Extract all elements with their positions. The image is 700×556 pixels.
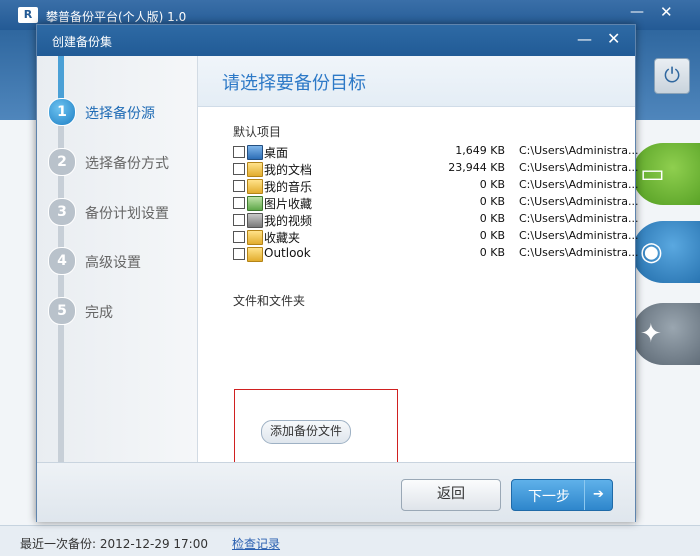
file-row-outlook: Outlook 0 KB C:\Users\Administra... [233, 246, 639, 262]
file-row-desktop: 桌面 1,649 KB C:\Users\Administra... [233, 144, 639, 160]
checkbox[interactable] [233, 231, 245, 243]
database-restore-icon[interactable]: ◉ [632, 221, 700, 283]
dialog-minimize-button[interactable]: — [577, 30, 592, 48]
dialog-title: 创建备份集 [52, 35, 113, 49]
dialog-titlebar: 创建备份集 — ✕ [37, 25, 635, 56]
dialog-footer: 返回 下一步 ➔ [37, 462, 635, 522]
file-size: 0 KB [479, 195, 505, 208]
app-minimize-button[interactable]: — [630, 4, 644, 20]
default-items-label: 默认项目 [233, 125, 282, 139]
checkbox[interactable] [233, 180, 245, 192]
step-label: 选择备份方式 [85, 156, 169, 172]
file-row-videos: 我的视频 0 KB C:\Users\Administra... [233, 212, 639, 228]
checkbox[interactable] [233, 197, 245, 209]
checkbox[interactable] [233, 214, 245, 226]
file-size: 0 KB [479, 246, 505, 259]
create-backup-set-dialog: 创建备份集 — ✕ 1 选择备份源 2 选择备份方式 3 备份计划设置 4 高级… [36, 24, 639, 522]
step-advanced-settings[interactable]: 4 高级设置 [48, 247, 198, 275]
checkbox[interactable] [233, 146, 245, 158]
file-path: C:\Users\Administra... [519, 229, 639, 242]
step-finish[interactable]: 5 完成 [48, 297, 198, 325]
step-label: 高级设置 [85, 255, 141, 271]
file-name: 桌面 [264, 146, 289, 160]
power-icon[interactable]: ⏻ [654, 58, 690, 94]
status-bar: 最近一次备份: 2012-12-29 17:00 检查记录 [0, 525, 700, 556]
wizard-steps: 1 选择备份源 2 选择备份方式 3 备份计划设置 4 高级设置 5 完成 [37, 56, 198, 462]
step-number: 5 [48, 297, 76, 325]
file-size: 0 KB [479, 178, 505, 191]
file-path: C:\Users\Administra... [519, 212, 639, 225]
step-number: 3 [48, 198, 76, 226]
file-row-pictures: 图片收藏 0 KB C:\Users\Administra... [233, 195, 639, 211]
file-path: C:\Users\Administra... [519, 178, 639, 191]
file-name: Outlook [264, 246, 311, 260]
music-folder-icon [247, 179, 263, 194]
app-logo: R [18, 7, 38, 23]
step-label: 完成 [85, 305, 113, 321]
step-number: 1 [48, 98, 76, 126]
app-close-button[interactable]: ✕ [660, 3, 673, 21]
step-label: 选择备份源 [85, 106, 155, 122]
dialog-close-button[interactable]: ✕ [607, 29, 620, 48]
file-name: 我的音乐 [264, 180, 313, 194]
file-row-favorites: 收藏夹 0 KB C:\Users\Administra... [233, 229, 639, 245]
next-button[interactable]: 下一步 ➔ [511, 479, 613, 511]
backup-drive-icon[interactable]: ▭ [632, 143, 700, 205]
file-name: 我的文档 [264, 163, 313, 177]
step-number: 4 [48, 247, 76, 275]
back-button[interactable]: 返回 [401, 479, 501, 511]
checkbox[interactable] [233, 248, 245, 260]
file-path: C:\Users\Administra... [519, 144, 639, 157]
favorites-folder-icon [247, 230, 263, 245]
file-row-documents: 我的文档 23,944 KB C:\Users\Administra... [233, 161, 639, 177]
file-size: 0 KB [479, 229, 505, 242]
file-size: 0 KB [479, 212, 505, 225]
last-backup-text: 最近一次备份: 2012-12-29 17:00 [20, 537, 208, 551]
file-name: 我的视频 [264, 214, 313, 228]
file-path: C:\Users\Administra... [519, 246, 639, 259]
next-button-label: 下一步 [528, 489, 570, 505]
file-row-music: 我的音乐 0 KB C:\Users\Administra... [233, 178, 639, 194]
documents-folder-icon [247, 162, 263, 177]
pictures-folder-icon [247, 196, 263, 211]
file-path: C:\Users\Administra... [519, 195, 639, 208]
outlook-folder-icon [247, 247, 263, 262]
step-schedule-settings[interactable]: 3 备份计划设置 [48, 198, 198, 226]
file-size: 23,944 KB [448, 161, 505, 174]
add-backup-file-button[interactable]: 添加备份文件 [261, 420, 351, 444]
file-path: C:\Users\Administra... [519, 161, 639, 174]
files-folders-label: 文件和文件夹 [233, 294, 306, 308]
app-title: 攀普备份平台(个人版) 1.0 [46, 10, 187, 24]
file-name: 图片收藏 [264, 197, 313, 211]
step-label: 备份计划设置 [85, 206, 169, 222]
checkbox[interactable] [233, 163, 245, 175]
step-select-source[interactable]: 1 选择备份源 [48, 98, 198, 126]
content-header: 请选择要备份目标 [198, 56, 635, 107]
file-size: 1,649 KB [455, 144, 505, 157]
video-folder-icon [247, 213, 263, 228]
tools-wand-icon[interactable]: ✦ [632, 303, 700, 365]
check-log-link[interactable]: 检查记录 [232, 535, 280, 552]
content-title: 请选择要备份目标 [222, 73, 366, 94]
step-number: 2 [48, 148, 76, 176]
content-panel: 请选择要备份目标 默认项目 桌面 1,649 KB C:\Users\Admin… [198, 56, 639, 475]
arrow-right-icon: ➔ [584, 480, 612, 510]
file-name: 收藏夹 [264, 231, 301, 245]
step-select-method[interactable]: 2 选择备份方式 [48, 148, 198, 176]
desktop-icon [247, 145, 263, 160]
